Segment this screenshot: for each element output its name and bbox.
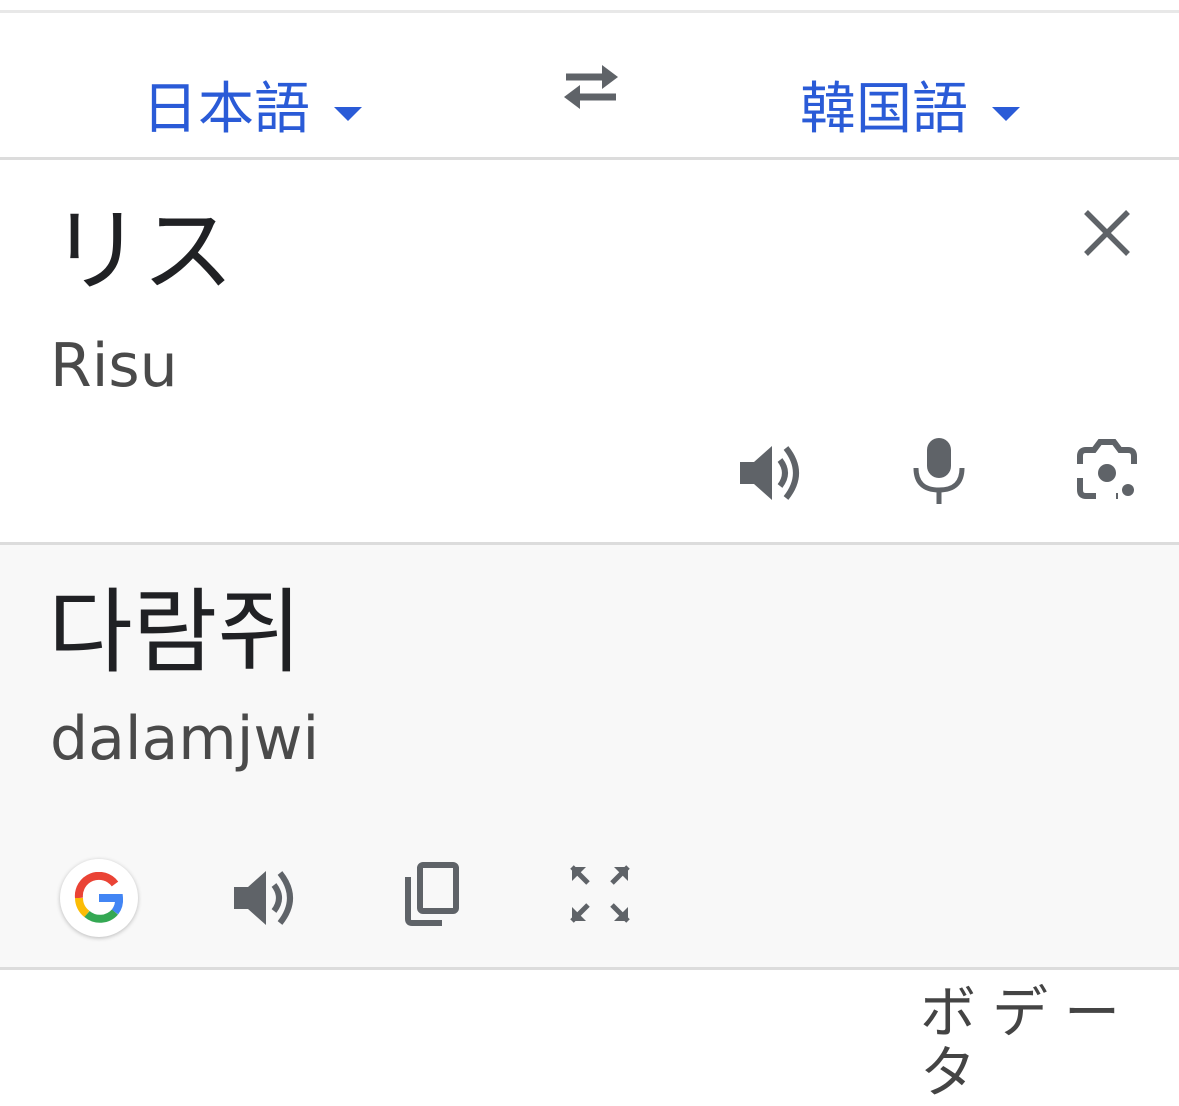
fullscreen-button[interactable] [568,863,632,925]
source-transliteration: Risu [50,331,178,401]
google-search-button[interactable] [60,859,138,937]
camera-input-button[interactable] [1074,438,1140,504]
source-listen-button[interactable] [736,438,806,508]
copy-icon [405,862,459,926]
swap-arrows-icon [564,65,618,109]
close-icon [1084,210,1130,256]
target-language-selector[interactable]: 韓国語 [800,75,1020,145]
footer-partial-text: ボデータ [920,981,1136,1106]
source-language-label: 日本語 [142,77,310,142]
result-listen-button[interactable] [230,863,300,933]
microphone-icon [913,438,965,504]
source-text[interactable]: リス [50,194,234,310]
speaker-icon [740,446,799,500]
google-g-icon [74,872,124,923]
clear-input-button[interactable] [1080,206,1134,260]
camera-icon [1077,439,1137,499]
source-panel: リス Risu [0,160,1179,542]
speaker-icon [234,871,293,925]
chevron-down-icon [334,107,362,121]
divider [0,967,1179,970]
chevron-down-icon [992,107,1020,121]
fullscreen-icon [570,865,630,923]
source-language-selector[interactable]: 日本語 [142,75,362,145]
translated-transliteration: dalamjwi [50,704,320,774]
translated-text[interactable]: 다람쥐 [48,575,302,691]
result-panel: 다람쥐 dalamjwi [0,545,1179,967]
voice-input-button[interactable] [910,436,968,506]
target-language-label: 韓国語 [800,77,968,142]
language-bar: 日本語 韓国語 [0,13,1179,157]
swap-languages-button[interactable] [558,61,624,111]
copy-translation-button[interactable] [398,861,462,927]
